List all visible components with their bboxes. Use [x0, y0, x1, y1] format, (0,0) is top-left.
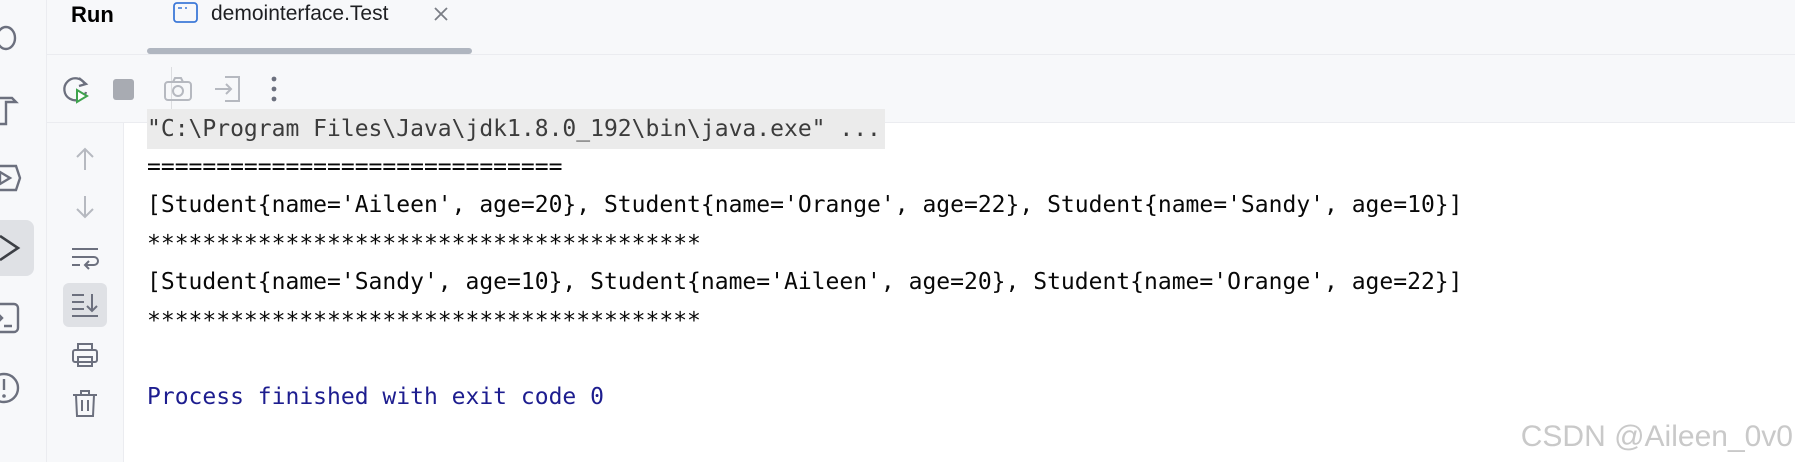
down-arrow-icon[interactable] [63, 185, 107, 229]
application-config-icon [173, 2, 199, 29]
terminal-icon[interactable] [0, 298, 26, 338]
active-tab-indicator [147, 48, 472, 54]
stop-icon[interactable] [107, 72, 141, 106]
console-line: [Student{name='Aileen', age=20}, Student… [147, 192, 1463, 218]
console-line: **************************************** [147, 308, 701, 334]
tab-demointerface-test[interactable]: demointerface.Test [147, 0, 472, 54]
debug-icon[interactable] [0, 14, 26, 54]
console-line: ============================== [147, 154, 563, 180]
console-output[interactable]: "C:\Program Files\Java\jdk1.8.0_192\bin\… [124, 109, 1795, 462]
exit-code-message: Process finished with exit code 0 [147, 384, 604, 410]
console-line: **************************************** [147, 231, 701, 257]
run-icon[interactable] [0, 220, 34, 276]
build-icon[interactable] [0, 88, 26, 128]
rerun-icon[interactable] [59, 72, 93, 106]
tool-window-strip [0, 0, 47, 462]
print-icon[interactable] [63, 333, 107, 377]
tab-label: demointerface.Test [211, 2, 389, 25]
scroll-to-end-icon[interactable] [63, 283, 107, 327]
panel-title: Run [71, 2, 114, 27]
more-icon[interactable] [257, 72, 291, 106]
exit-icon[interactable] [211, 72, 245, 106]
problems-icon[interactable] [0, 368, 26, 408]
close-icon[interactable] [432, 5, 450, 28]
soft-wrap-icon[interactable] [63, 235, 107, 279]
watermark: CSDN @Aileen_0v0 [1520, 420, 1793, 453]
screenshot-icon[interactable] [161, 72, 195, 106]
console-actions-gutter [47, 123, 124, 462]
console-line: [Student{name='Sandy', age=10}, Student{… [147, 269, 1463, 295]
services-icon[interactable] [0, 158, 26, 198]
trash-icon[interactable] [63, 381, 107, 425]
up-arrow-icon[interactable] [63, 137, 107, 181]
run-panel-header: Run demointerface.Test [47, 0, 1795, 55]
console-command-line[interactable]: "C:\Program Files\Java\jdk1.8.0_192\bin\… [147, 109, 885, 149]
